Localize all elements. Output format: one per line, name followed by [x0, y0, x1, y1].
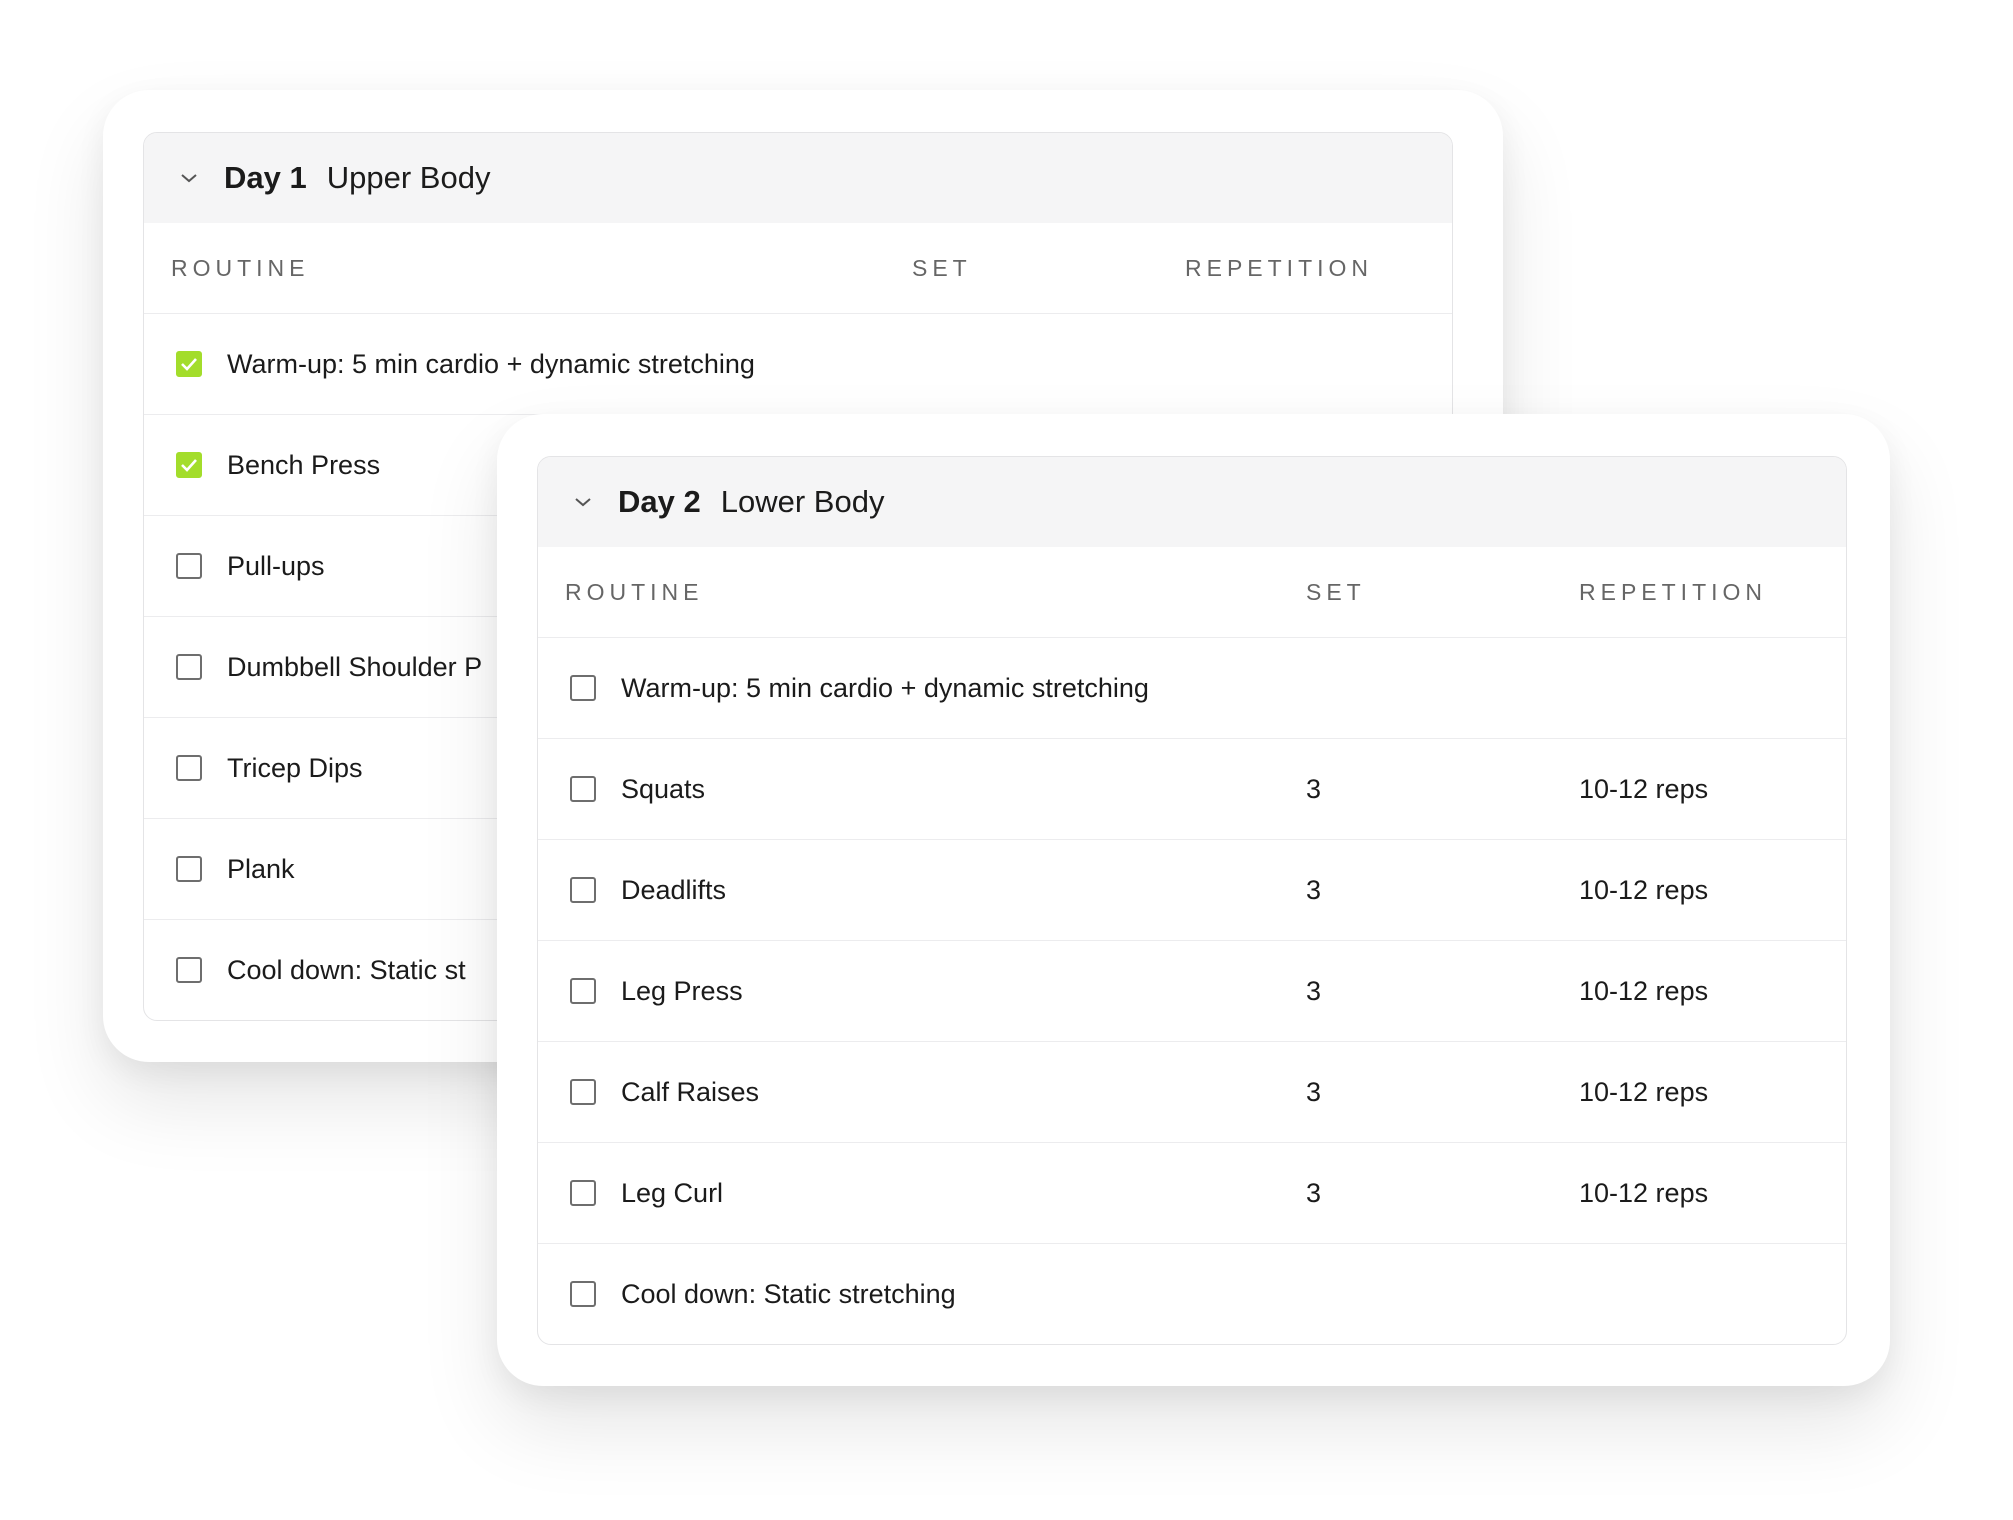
checkbox[interactable]: [570, 978, 596, 1004]
routine-row: Leg Press 3 10-12 reps: [538, 941, 1846, 1042]
column-set: SET: [912, 254, 972, 281]
routine-row: Leg Curl 3 10-12 reps: [538, 1143, 1846, 1244]
column-repetition: REPETITION: [1579, 578, 1768, 605]
checkbox[interactable]: [570, 1079, 596, 1105]
routine-name: Cool down: Static stretching: [621, 1278, 956, 1309]
column-repetition: REPETITION: [1185, 254, 1374, 281]
routine-name: Pull-ups: [227, 550, 325, 581]
checkbox[interactable]: [570, 1281, 596, 1307]
repetition-value: 10-12 reps: [1579, 1177, 1709, 1208]
set-value: 3: [1306, 1076, 1322, 1107]
checkbox[interactable]: [176, 654, 202, 680]
repetition-value: 10-12 reps: [1579, 874, 1709, 905]
routine-name: Cool down: Static st: [227, 954, 466, 985]
routine-name: Bench Press: [227, 449, 381, 480]
repetition-value: 10-12 reps: [1579, 1076, 1709, 1107]
day-title: Upper Body: [326, 160, 491, 195]
day-2-card: Day 2 Lower Body ROUTINE SET REPETITION …: [497, 414, 1890, 1386]
routine-name: Leg Curl: [621, 1177, 724, 1208]
day-2-panel: Day 2 Lower Body ROUTINE SET REPETITION …: [537, 456, 1847, 1345]
checkbox[interactable]: [570, 776, 596, 802]
set-value: 3: [1306, 1177, 1322, 1208]
checkbox-checked[interactable]: [176, 452, 202, 478]
routine-name: Warm-up: 5 min cardio + dynamic stretchi…: [621, 672, 1149, 703]
day-1-header[interactable]: Day 1 Upper Body: [144, 133, 1452, 223]
day-label: Day 1: [224, 160, 307, 195]
routine-name: Leg Press: [621, 975, 743, 1006]
routine-row: Deadlifts 3 10-12 reps: [538, 840, 1846, 941]
repetition-value: 10-12 reps: [1579, 773, 1709, 804]
checkbox[interactable]: [176, 755, 202, 781]
routine-name: Plank: [227, 853, 295, 884]
routine-row: Warm-up: 5 min cardio + dynamic stretchi…: [538, 638, 1846, 739]
routine-name: Dumbbell Shoulder P: [227, 651, 483, 682]
routine-row: Squats 3 10-12 reps: [538, 739, 1846, 840]
checkbox-checked[interactable]: [176, 351, 202, 377]
chevron-down-icon[interactable]: [174, 172, 204, 184]
set-value: 3: [1306, 773, 1322, 804]
day-title: Lower Body: [720, 484, 885, 519]
checkmark-icon: [181, 358, 197, 371]
routine-name: Squats: [621, 773, 706, 804]
routine-row: Cool down: Static stretching: [538, 1244, 1846, 1344]
checkbox[interactable]: [176, 957, 202, 983]
routine-name: Deadlifts: [621, 874, 727, 905]
set-value: 3: [1306, 874, 1322, 905]
routine-name: Calf Raises: [621, 1076, 760, 1107]
chevron-down-icon[interactable]: [568, 496, 598, 508]
routine-row: Calf Raises 3 10-12 reps: [538, 1042, 1846, 1143]
checkbox[interactable]: [176, 553, 202, 579]
checkmark-icon: [181, 459, 197, 472]
column-routine: ROUTINE: [171, 254, 310, 281]
column-header-row: ROUTINE SET REPETITION: [538, 547, 1846, 638]
column-set: SET: [1306, 578, 1366, 605]
checkbox[interactable]: [570, 675, 596, 701]
checkbox[interactable]: [570, 1180, 596, 1206]
routine-name: Tricep Dips: [227, 752, 363, 783]
checkbox[interactable]: [570, 877, 596, 903]
set-value: 3: [1306, 975, 1322, 1006]
routine-list: Warm-up: 5 min cardio + dynamic stretchi…: [538, 638, 1846, 1344]
day-label: Day 2: [618, 484, 701, 519]
column-header-row: ROUTINE SET REPETITION: [144, 223, 1452, 314]
day-2-header[interactable]: Day 2 Lower Body: [538, 457, 1846, 547]
routine-row: Warm-up: 5 min cardio + dynamic stretchi…: [144, 314, 1452, 415]
column-routine: ROUTINE: [565, 578, 704, 605]
repetition-value: 10-12 reps: [1579, 975, 1709, 1006]
routine-name: Warm-up: 5 min cardio + dynamic stretchi…: [227, 348, 755, 379]
checkbox[interactable]: [176, 856, 202, 882]
